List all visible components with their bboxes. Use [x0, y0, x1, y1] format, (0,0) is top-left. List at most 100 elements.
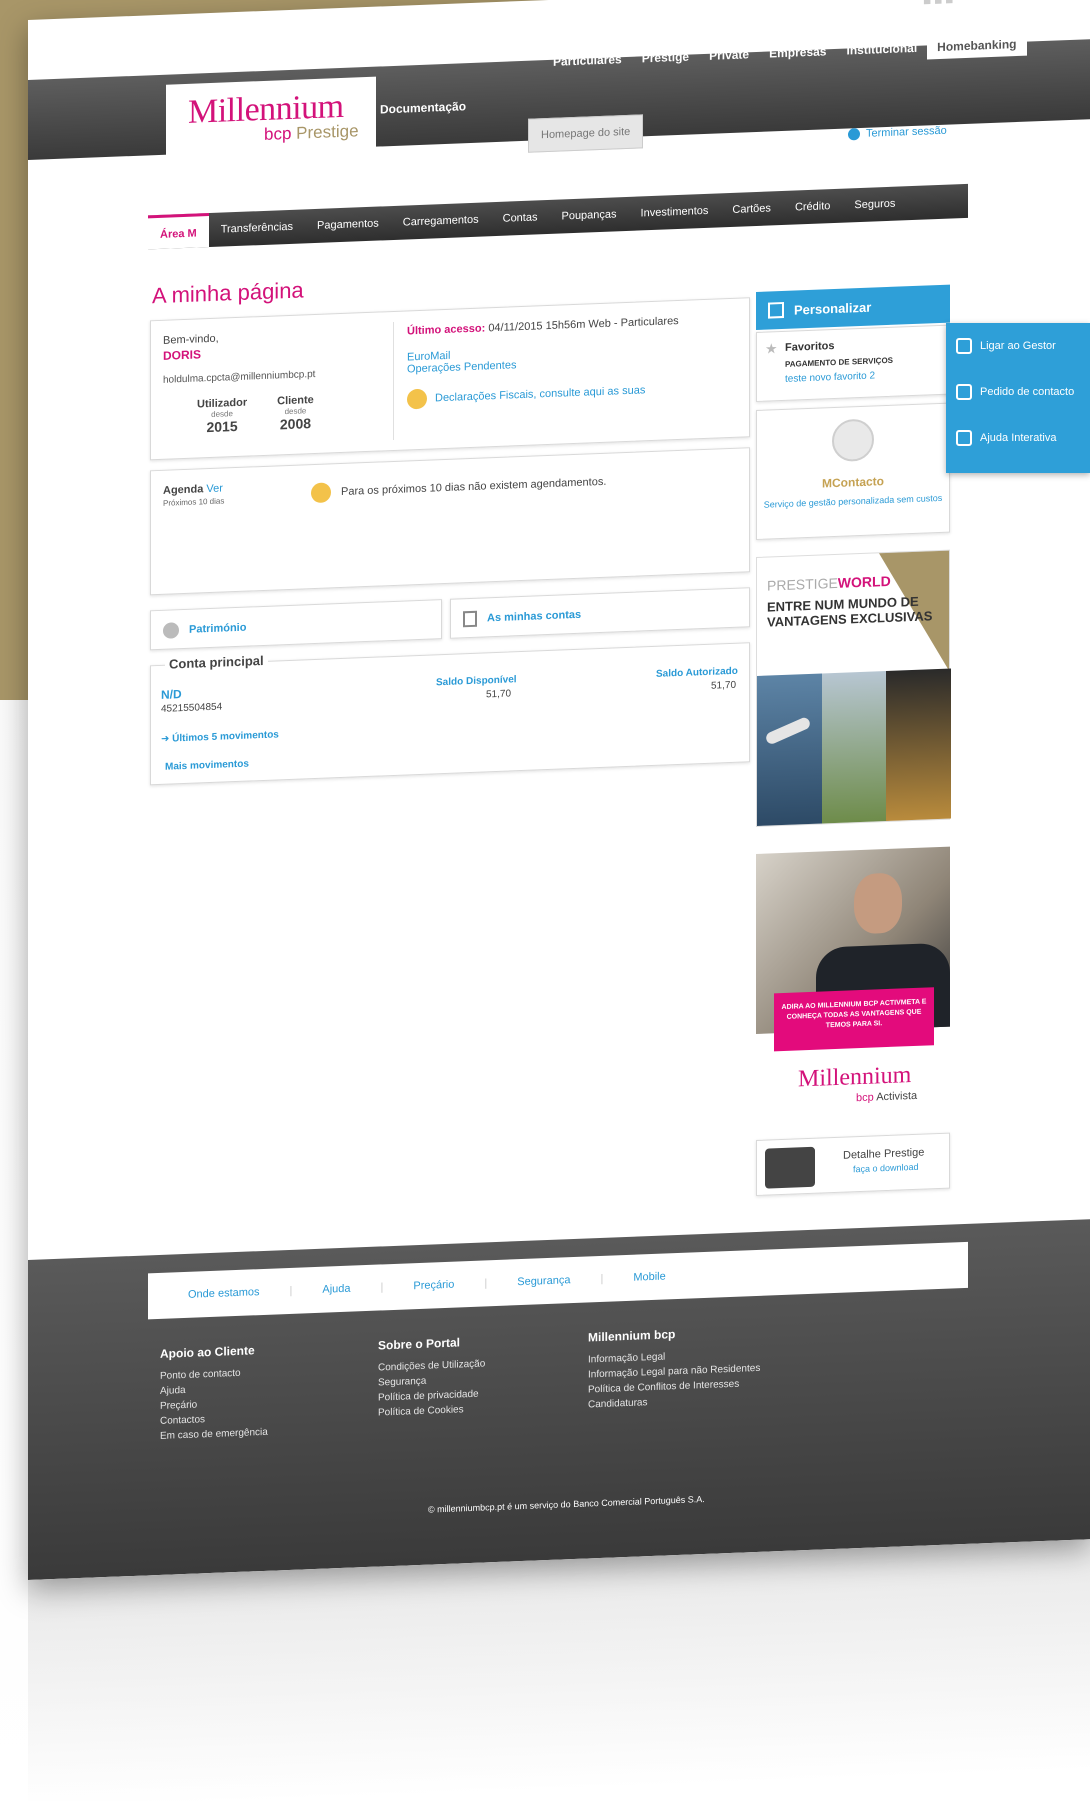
saldo-autorizado-value: 51,70 [711, 679, 737, 692]
tab-particulares[interactable]: Particulares [543, 47, 632, 74]
logo-subtitle: bcp Prestige [264, 121, 359, 145]
brand-prestige: PRESTIGE [767, 574, 838, 594]
brand-logo[interactable]: Millennium bcp Prestige [166, 76, 376, 165]
nav-pagamentos[interactable]: Pagamentos [305, 217, 391, 232]
tab-prestige[interactable]: Prestige [632, 44, 699, 71]
welcome-divider [393, 321, 394, 440]
patrimonio-button[interactable]: Património [150, 599, 442, 651]
footer-col-title: Apoio ao Cliente [160, 1343, 255, 1361]
nav-carregamentos[interactable]: Carregamentos [391, 213, 491, 229]
last-access-value: 04/11/2015 15h56m Web - Particulares [488, 315, 679, 335]
account-nd[interactable]: N/D [161, 687, 182, 702]
logout-link[interactable]: Terminar sessão [848, 125, 947, 141]
footer-col-portal: Sobre o Portal Condições de Utilização S… [378, 1334, 485, 1420]
footer-col-millennium: Millennium bcp Informação Legal Informaç… [588, 1324, 760, 1413]
logo-prestige: Prestige [296, 121, 359, 143]
logout-icon [848, 128, 860, 141]
mais-movimentos-link[interactable]: Mais movimentos [165, 759, 249, 773]
conta-legend: Conta principal [165, 652, 268, 672]
man-head [854, 872, 902, 935]
main-nav: Área M Transferências Pagamentos Carrega… [148, 183, 968, 250]
separator: | [484, 1277, 488, 1290]
nav-cartoes[interactable]: Cartões [720, 202, 783, 216]
document-icon [463, 610, 477, 628]
ultimos-movimentos-link[interactable]: ➜ Últimos 5 movimentos [161, 729, 279, 745]
nav-area-m[interactable]: Área M [148, 213, 209, 250]
detalhe-title: Detalhe Prestige [843, 1146, 925, 1162]
pedido-contacto-button[interactable]: Pedido de contacto [946, 369, 1090, 415]
prestige-world-banner[interactable]: PRESTIGEWORLD ENTRE NUM MUNDO DE VANTAGE… [756, 549, 952, 828]
detalhe-prestige-banner[interactable]: Detalhe Prestige faça o download [756, 1132, 950, 1197]
brand-world: WORLD [837, 572, 891, 591]
avatar-icon [832, 418, 874, 463]
prestige-world-brand: PRESTIGEWORLD [767, 573, 891, 594]
fiscal-text: Declarações Fiscais, consulte aqui as su… [435, 384, 646, 405]
agenda-label: Agenda [163, 483, 204, 497]
account-number: 45215504854 [161, 701, 223, 715]
footer-link-mobile[interactable]: Mobile [633, 1271, 665, 1284]
nav-investimentos[interactable]: Investimentos [629, 204, 721, 220]
logo-bcp: bcp [264, 123, 292, 144]
nav-contas[interactable]: Contas [491, 211, 550, 225]
footer-link-onde-estamos[interactable]: Onde estamos [188, 1286, 260, 1301]
tab-homebanking[interactable]: Homebanking [927, 31, 1027, 60]
page-sheet: ◼ ◼ ◼ Particulares Prestige Private Empr… [28, 0, 1090, 1581]
nav-poupancas[interactable]: Poupanças [549, 208, 628, 223]
patrimonio-row: Património [163, 620, 246, 639]
pedido-contacto-label: Pedido de contacto [980, 386, 1075, 398]
logout-label: Terminar sessão [866, 124, 947, 140]
ligar-gestor-button[interactable]: Ligar ao Gestor [946, 323, 1090, 369]
utilizador-label: Utilizador [197, 396, 248, 411]
footer-link-precario[interactable]: Preçário [413, 1279, 454, 1293]
contact-form-icon [956, 384, 972, 400]
agenda-message-text: Para os próximos 10 dias não existem age… [341, 475, 607, 498]
favoritos-panel: ★ Favoritos PAGAMENTO DE SERVIÇOS teste … [756, 324, 950, 403]
footer-link-ajuda[interactable]: Ajuda [322, 1283, 350, 1296]
activa-word: Activista [876, 1089, 918, 1104]
footer-col-title: Sobre o Portal [378, 1335, 461, 1353]
homepage-button[interactable]: Homepage do site [528, 114, 644, 153]
saldo-autorizado-label: Saldo Autorizado [656, 665, 738, 680]
quick-links: EuroMail Operações Pendentes [407, 339, 737, 376]
separator: | [600, 1272, 604, 1286]
photo-house [886, 668, 952, 822]
footer-link-seguranca[interactable]: Segurança [517, 1274, 570, 1288]
welcome-info: Último acesso: 04/11/2015 15h56m Web - P… [407, 313, 737, 410]
page-title: A minha página [152, 277, 304, 309]
nav-credito[interactable]: Crédito [783, 200, 842, 214]
favorito-item-1[interactable]: PAGAMENTO DE SERVIÇOS [785, 356, 893, 369]
ligar-gestor-label: Ligar ao Gestor [980, 340, 1056, 352]
detalhe-download[interactable]: faça o download [853, 1162, 919, 1175]
star-icon: ★ [765, 340, 778, 357]
tab-empresas[interactable]: Empresas [759, 39, 836, 66]
agenda-subtitle: Próximos 10 dias [163, 496, 225, 508]
fiscal-notice[interactable]: Declarações Fiscais, consulte aqui as su… [407, 377, 737, 410]
contas-label: As minhas contas [487, 608, 582, 625]
nav-transferencias[interactable]: Transferências [209, 220, 305, 236]
tab-institucional[interactable]: Institucional [836, 35, 927, 62]
language-flags[interactable]: ◼ ◼ ◼ [923, 0, 953, 7]
pie-chart-icon [163, 622, 179, 639]
activa-subtitle: bcp Activista [856, 1090, 917, 1104]
mcontacto-panel[interactable]: MContacto Serviço de gestão personalizad… [756, 402, 950, 541]
last-access: Último acesso: 04/11/2015 15h56m Web - P… [407, 313, 737, 337]
welcome-panel: Bem-vindo, DORIS holdulma.cpcta@millenni… [150, 297, 750, 461]
contas-row: As minhas contas [463, 607, 581, 628]
ajuda-interativa-button[interactable]: Ajuda Interativa [946, 415, 1090, 461]
nav-seguros[interactable]: Seguros [842, 197, 907, 212]
phone-icon [956, 338, 972, 354]
tab-private[interactable]: Private [699, 42, 759, 68]
user-email[interactable]: holdulma.cpcta@millenniumbcp.pt [163, 367, 363, 386]
welcome-user: Bem-vindo, DORIS holdulma.cpcta@millenni… [163, 327, 363, 437]
minhas-contas-button[interactable]: As minhas contas [450, 587, 750, 639]
photo-golf [821, 671, 887, 824]
tablet-icon [765, 1146, 815, 1189]
favorito-item-2[interactable]: teste novo favorito 2 [785, 370, 875, 384]
personalizar-button[interactable]: Personalizar [756, 284, 950, 331]
mcontacto-description: Serviço de gestão personalizada sem cust… [763, 492, 943, 510]
lightbulb-icon [407, 388, 427, 410]
activa-banner[interactable]: ADIRA AO MILLENNIUM BCP ACTIVMETA E CONH… [756, 846, 950, 1125]
agenda-panel: Agenda Ver Próximos 10 dias Para os próx… [150, 447, 750, 596]
agenda-ver-link[interactable]: Ver [206, 483, 223, 496]
activa-pink-box: ADIRA AO MILLENNIUM BCP ACTIVMETA E CONH… [774, 987, 934, 1052]
